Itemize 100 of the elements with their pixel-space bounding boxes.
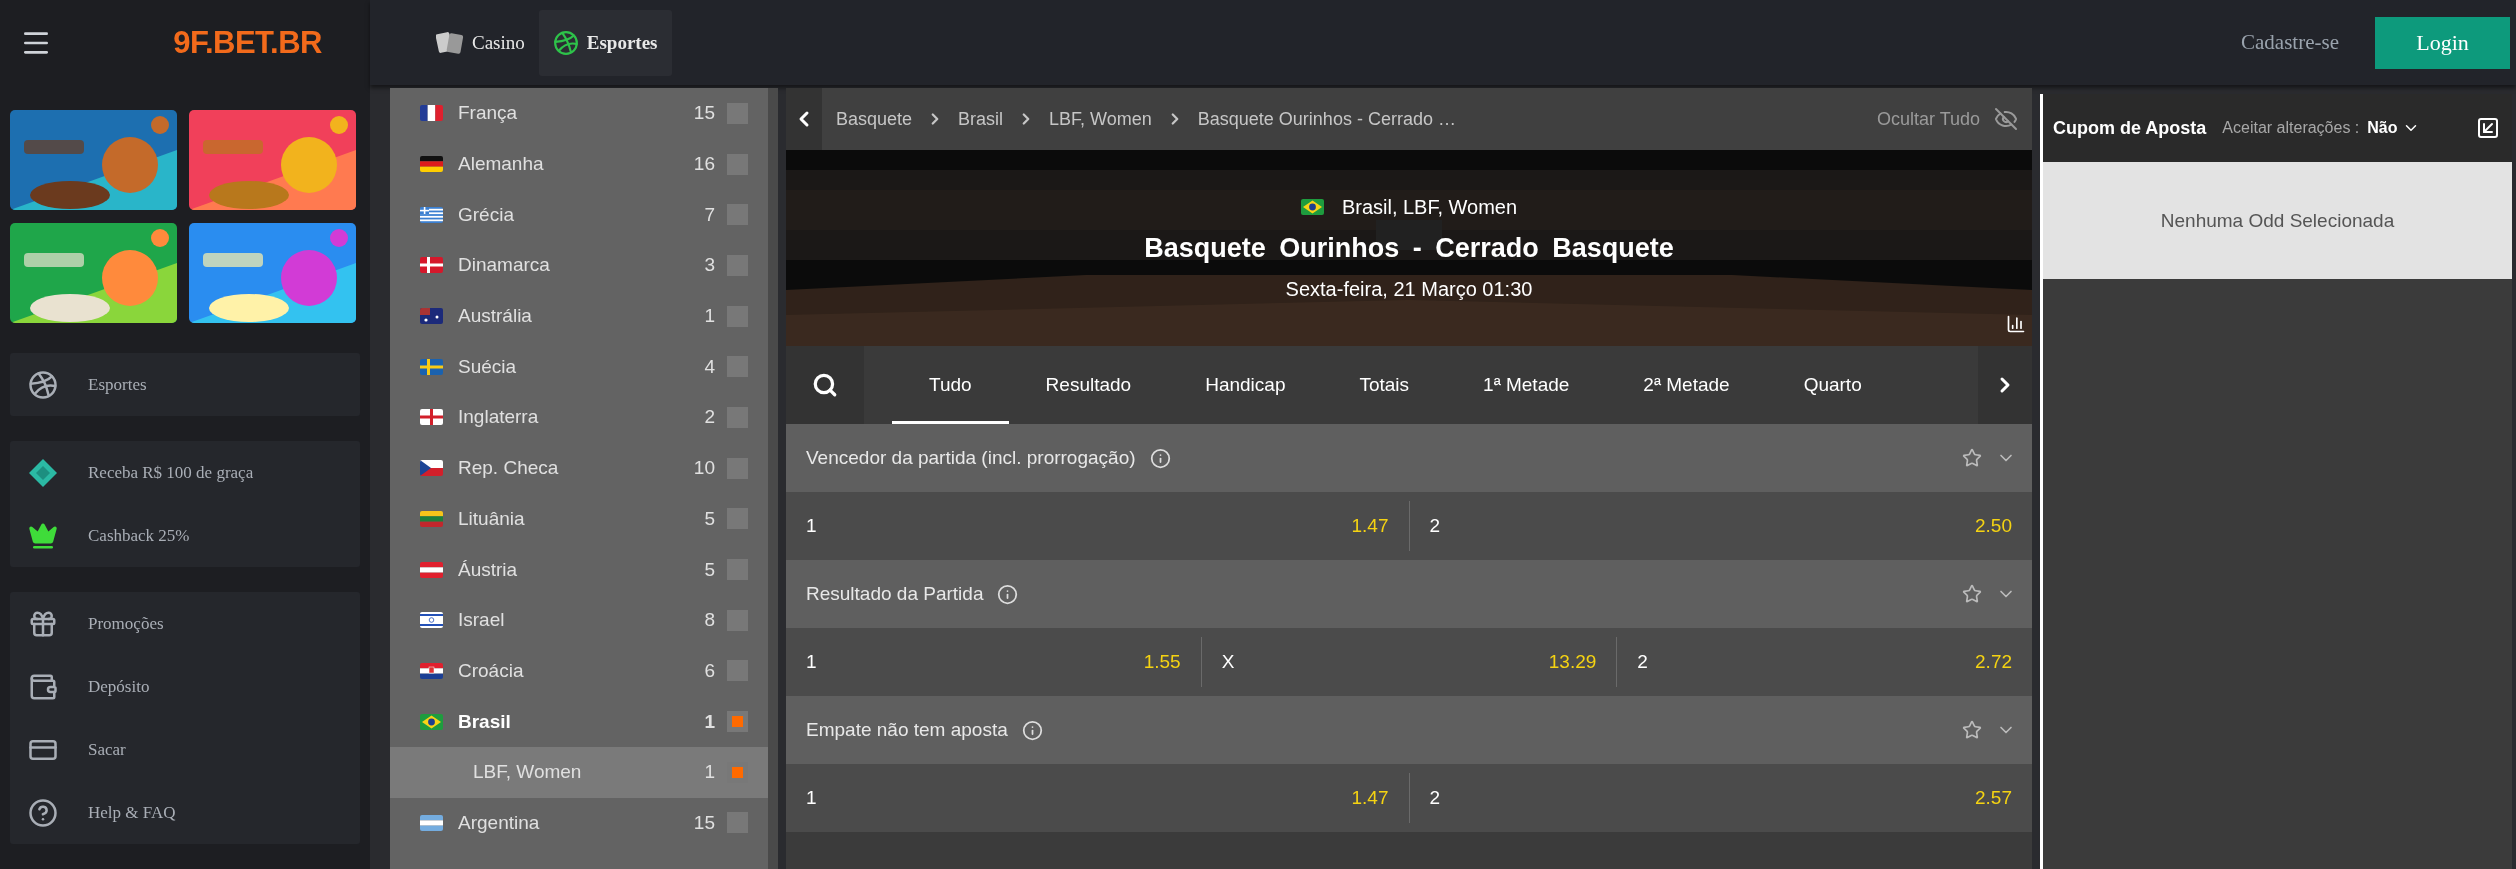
menu-item[interactable]: Esportes	[10, 353, 360, 416]
country-row[interactable]: Austrália 1	[390, 290, 768, 342]
country-row[interactable]: França 15	[390, 88, 768, 139]
country-name: Dinamarca	[458, 254, 551, 277]
flag-icon	[420, 206, 443, 223]
country-row[interactable]: Argentina 15	[390, 797, 768, 849]
star-icon[interactable]	[1962, 448, 1982, 468]
market-title: Empate não tem aposta	[806, 719, 1008, 741]
checkbox[interactable]	[727, 711, 748, 733]
hide-all-link[interactable]: Ocultar Tudo	[1876, 108, 1980, 130]
country-count: 2	[704, 406, 715, 429]
country-row[interactable]: Suécia 4	[390, 341, 768, 393]
country-name: Rep. Checa	[458, 457, 560, 480]
nav-tab[interactable]: Casino	[422, 9, 539, 76]
country-name: Austrália	[458, 305, 533, 328]
collapse-icon[interactable]	[2476, 116, 2500, 140]
ball-icon	[28, 369, 58, 400]
flag-icon	[1300, 199, 1324, 215]
search-button[interactable]	[786, 346, 864, 424]
market-header[interactable]: Resultado da Partida	[786, 560, 2032, 628]
market-tab[interactable]: 1ª Metade	[1446, 346, 1607, 424]
flag-icon	[420, 156, 443, 173]
market-tab[interactable]: Handicap	[1168, 346, 1323, 424]
menu-item[interactable]: Depósito	[10, 655, 360, 718]
country-row[interactable]: Croácia 6	[390, 645, 768, 697]
country-row[interactable]: Grécia 7	[390, 189, 768, 241]
breadcrumb-link[interactable]: LBF, Women	[1049, 108, 1152, 130]
odds-button[interactable]: 1 1.47	[786, 773, 1409, 823]
country-name: Israel	[458, 609, 506, 632]
country-name: Áustria	[458, 558, 519, 581]
login-button[interactable]: Login	[2375, 16, 2510, 69]
country-row[interactable]: Brasil 1	[390, 696, 768, 747]
league-name: Brasil, LBF, Women	[1341, 195, 1518, 219]
country-row[interactable]: Alemanha 16	[390, 138, 768, 190]
odds-button[interactable]: 2 2.50	[1408, 501, 2032, 551]
market-header[interactable]: Vencedor da partida (incl. prorrogação)	[786, 424, 2032, 492]
odds-button[interactable]: X 13.29	[1200, 637, 1617, 687]
info-icon[interactable]	[1149, 447, 1171, 469]
ball-icon	[552, 29, 579, 56]
accept-changes-dropdown[interactable]: Não	[2367, 119, 2420, 137]
market-tab[interactable]: Resultado	[1008, 346, 1169, 424]
match-title: Basquete Ourinhos - Cerrado Basquete	[1144, 232, 1674, 264]
eye-off-icon[interactable]	[1994, 107, 2018, 131]
country-name: Brasil	[458, 710, 512, 733]
country-count: 5	[704, 558, 715, 581]
flag-icon	[420, 358, 443, 375]
register-link[interactable]: Cadastre-se	[2241, 30, 2339, 55]
league-row[interactable]: LBF, Women 1	[390, 746, 768, 798]
breadcrumb-link[interactable]: Basquete	[836, 108, 913, 130]
flag-icon	[420, 257, 443, 274]
logo[interactable]: 9F.BET.BR	[173, 24, 322, 61]
diamond-icon	[28, 457, 58, 488]
menu-item[interactable]: Cashback 25%	[10, 504, 360, 567]
nav-tab[interactable]: Esportes	[538, 9, 672, 76]
odds-button[interactable]: 1 1.47	[786, 501, 1409, 551]
country-row[interactable]: Israel 8	[390, 594, 768, 646]
country-count: 1	[704, 305, 715, 328]
country-name: Alemanha	[458, 153, 545, 176]
info-icon[interactable]	[1021, 719, 1043, 741]
odds-button[interactable]: 1 1.55	[786, 637, 1201, 687]
country-row[interactable]: Rep. Checa 10	[390, 442, 768, 494]
country-count: 15	[693, 102, 715, 125]
info-icon[interactable]	[997, 583, 1019, 605]
country-row[interactable]: Inglaterra 2	[390, 392, 768, 443]
country-name: Lituânia	[458, 507, 526, 530]
flag-icon	[420, 308, 443, 325]
flag-icon	[420, 409, 443, 426]
country-name: Grécia	[458, 203, 515, 226]
country-count: 5	[704, 507, 715, 530]
menu-item[interactable]: Receba R$ 100 de graça	[10, 441, 360, 504]
flag-icon	[420, 814, 443, 831]
accept-changes-label: Aceitar alterações :	[2222, 119, 2360, 137]
odds-button[interactable]: 2 2.57	[1408, 773, 2032, 823]
gift-icon	[28, 608, 58, 639]
country-name: Croácia	[458, 659, 525, 682]
country-row[interactable]: Dinamarca 3	[390, 240, 768, 291]
market-header[interactable]: Empate não tem aposta	[786, 696, 2032, 764]
bar-chart-icon[interactable]	[2006, 314, 2026, 334]
search-icon	[812, 372, 838, 398]
back-button[interactable]	[786, 88, 822, 150]
breadcrumb-link[interactable]: Basquete Ourinhos - Cerrado …	[1197, 108, 1456, 130]
market-tab[interactable]: 2ª Metade	[1606, 346, 1767, 424]
country-name: Inglaterra	[458, 406, 540, 429]
market-tab[interactable]: Quarto	[1766, 346, 1899, 424]
country-count: 16	[693, 153, 715, 176]
country-row[interactable]: Lituânia 5	[390, 493, 768, 545]
country-row[interactable]: Áustria 5	[390, 544, 768, 595]
odds-button[interactable]: 2 2.72	[1616, 637, 2032, 687]
breadcrumb-link[interactable]: Brasil	[958, 108, 1004, 130]
menu-item[interactable]: Help & FAQ	[10, 781, 360, 844]
cards-icon	[436, 29, 464, 56]
market-tab[interactable]: Totais	[1322, 346, 1447, 424]
star-icon[interactable]	[1962, 584, 1982, 604]
flag-icon	[420, 460, 443, 477]
menu-item[interactable]: Promoções	[10, 592, 360, 655]
flag-icon	[420, 510, 443, 527]
menu-item[interactable]: Sacar	[10, 718, 360, 781]
country-count: 6	[704, 659, 715, 682]
star-icon[interactable]	[1962, 720, 1982, 740]
country-count: 3	[704, 254, 715, 277]
